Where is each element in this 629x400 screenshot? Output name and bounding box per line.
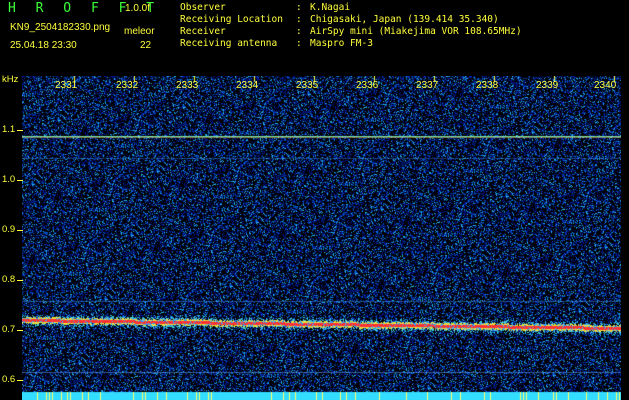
y-tick-mark — [17, 380, 23, 381]
y-tick-label: 1.0 — [2, 174, 16, 185]
meta-row-receiver: Receiver: AirSpy mini (Miakejima VOR 108.… — [180, 26, 522, 37]
x-tick-label: 2331 — [55, 80, 78, 91]
x-tick-label: 2332 — [116, 80, 139, 91]
meta-row-antenna: Receiving antenna: Maspro FM-3 — [180, 38, 373, 49]
datetime-label: 25.04.18 23:30 — [10, 40, 77, 51]
x-tick-label: 2336 — [356, 80, 379, 91]
y-tick-label: 0.9 — [2, 224, 16, 235]
mode-label: meleor — [124, 26, 155, 37]
x-tick-label: 2333 — [176, 80, 199, 91]
header-panel: H R O F F T 1.0.0f KN9_2504182330.png me… — [0, 0, 629, 76]
x-tick-label: 2340 — [594, 80, 617, 91]
y-tick-label: 0.6 — [2, 374, 16, 385]
y-tick-mark — [17, 330, 23, 331]
x-tick-label: 2337 — [416, 80, 439, 91]
count-label: 22 — [140, 40, 152, 51]
x-tick-label: 2335 — [296, 80, 319, 91]
metadata-block: Observer: K.Nagai Receiving Location: Chig… — [180, 2, 522, 50]
x-tick-label: 2339 — [536, 80, 559, 91]
spectrogram-waterfall — [22, 76, 621, 400]
app-version: 1.0.0f — [125, 3, 151, 14]
y-tick-label: 0.8 — [2, 274, 16, 285]
meta-row-location: Receiving Location: Chigasaki, Japan (139… — [180, 14, 499, 25]
y-tick-mark — [17, 130, 23, 131]
y-tick-label: 1.1 — [2, 124, 16, 135]
y-axis-unit: kHz — [2, 74, 19, 85]
y-tick-mark — [17, 180, 23, 181]
file-name: KN9_2504182330.png — [10, 22, 111, 33]
y-tick-mark — [17, 230, 23, 231]
x-tick-label: 2338 — [476, 80, 499, 91]
meta-row-observer: Observer: K.Nagai — [180, 2, 351, 13]
x-tick-label: 2334 — [236, 80, 259, 91]
y-tick-label: 0.7 — [2, 324, 16, 335]
y-tick-mark — [17, 280, 23, 281]
